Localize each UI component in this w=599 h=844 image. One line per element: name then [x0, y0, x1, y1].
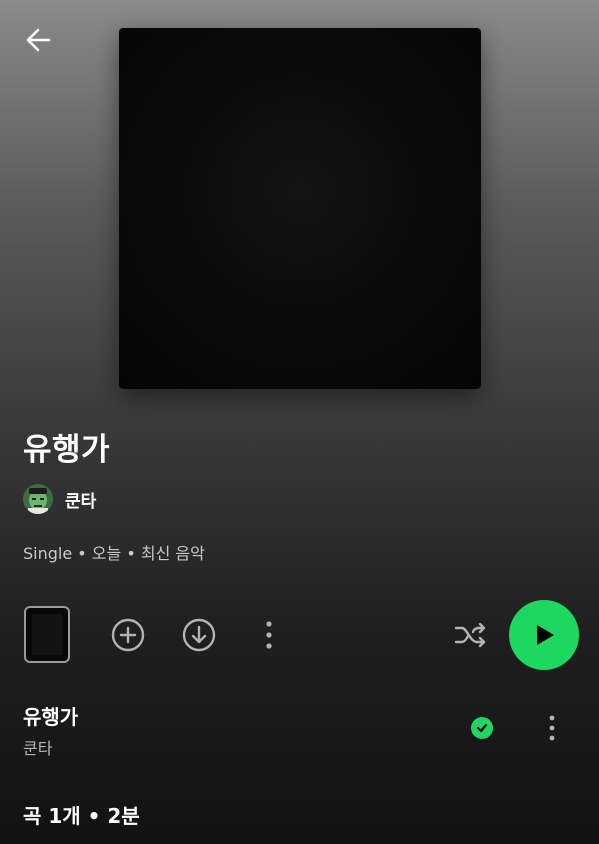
track-title: 유행가 [23, 705, 79, 729]
arrow-left-icon [26, 28, 51, 52]
plus-circle-icon [111, 618, 145, 652]
track-row[interactable]: 유행가 쿤타 [23, 701, 583, 761]
back-button[interactable] [18, 22, 58, 58]
play-button[interactable] [509, 600, 579, 670]
album-meta: Single • 오늘 • 최신 음악 [23, 544, 205, 563]
shuffle-button[interactable] [452, 617, 490, 653]
artist-name[interactable]: 쿤타 [65, 487, 96, 512]
more-vertical-icon [266, 621, 272, 649]
album-title: 유행가 [23, 432, 111, 468]
more-options-button[interactable] [255, 617, 283, 653]
more-vertical-icon [549, 715, 555, 741]
track-artist: 쿤타 [23, 739, 53, 758]
preview-thumbnail[interactable] [24, 606, 70, 663]
download-circle-icon [182, 618, 216, 652]
track-more-button[interactable] [538, 711, 566, 745]
download-button[interactable] [181, 617, 217, 653]
track-summary: 곡 1개 • 2분 [23, 804, 140, 828]
avatar-image [23, 484, 53, 514]
play-icon [537, 625, 554, 645]
add-to-library-button[interactable] [110, 617, 146, 653]
album-cover [119, 28, 481, 389]
artist-row[interactable]: 쿤타 [23, 484, 96, 514]
shuffle-icon [454, 622, 486, 648]
check-circle-icon [471, 717, 493, 739]
artist-avatar[interactable] [23, 484, 53, 514]
